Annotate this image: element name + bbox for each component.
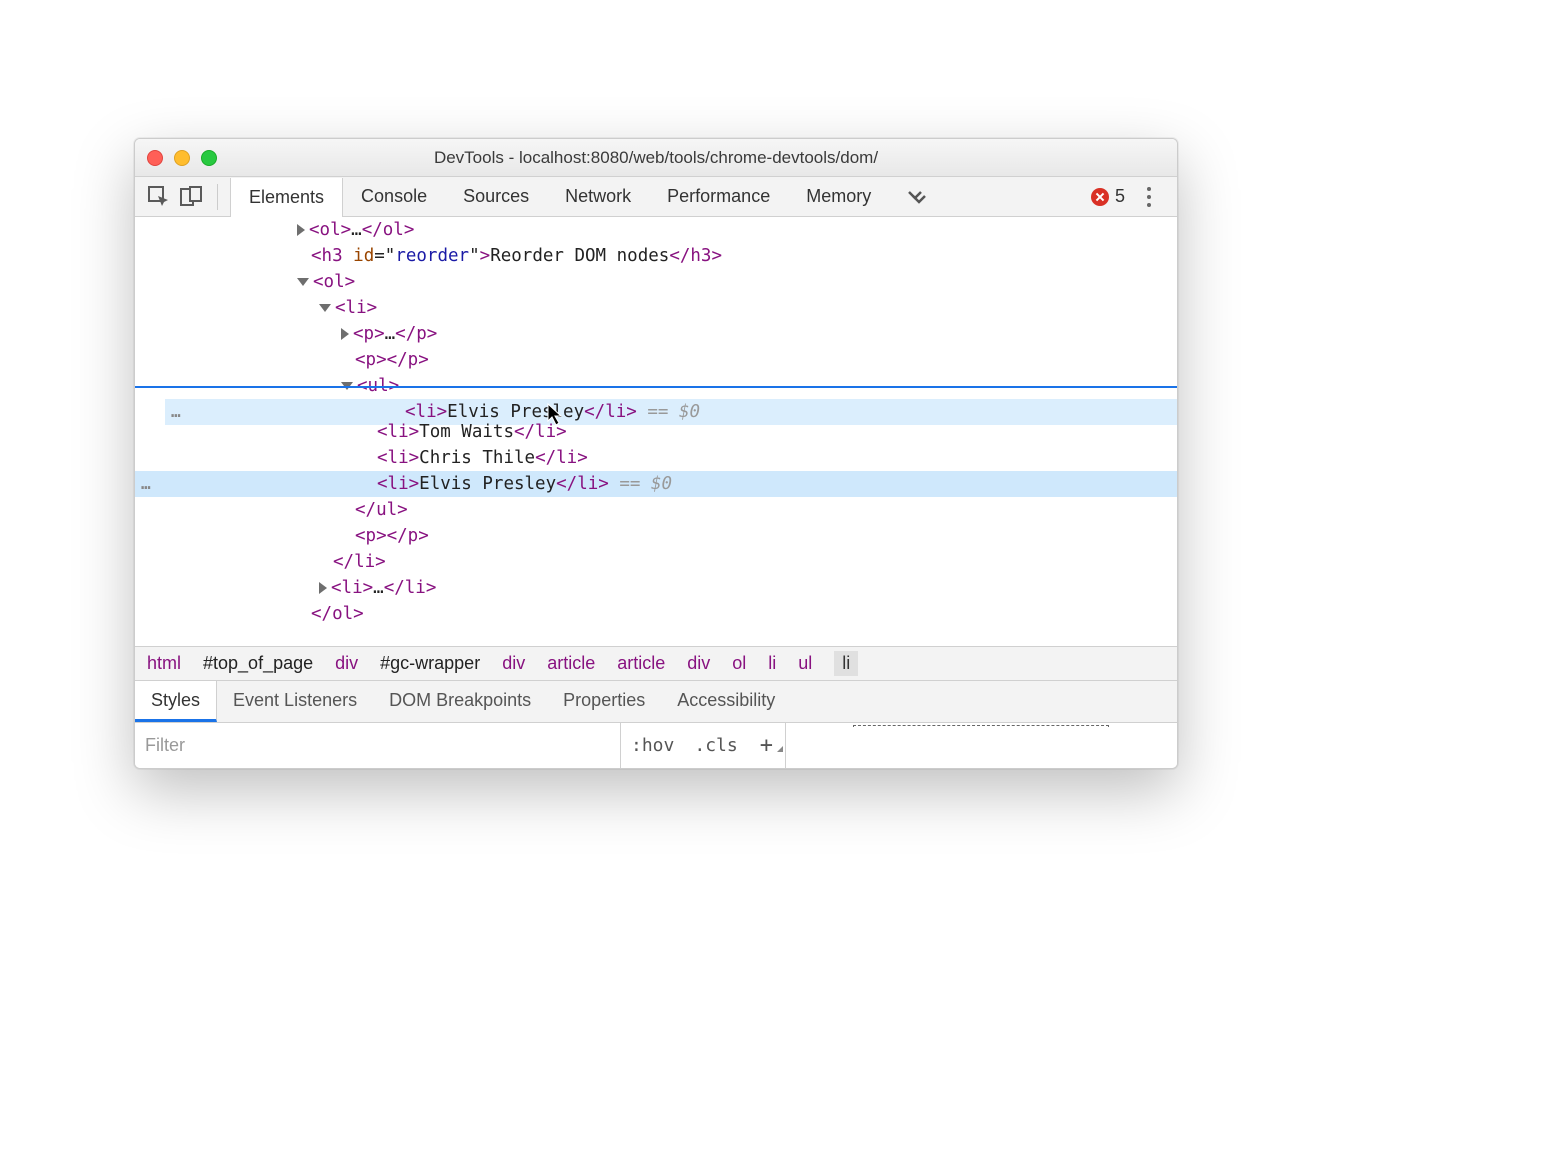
breadcrumb-item[interactable]: ol: [732, 653, 746, 674]
devtools-window: DevTools - localhost:8080/web/tools/chro…: [134, 138, 1178, 769]
breadcrumb-item[interactable]: article: [617, 653, 665, 674]
main-toolbar: Elements Console Sources Network Perform…: [135, 177, 1177, 217]
breadcrumb-item[interactable]: html: [147, 653, 181, 674]
dom-row[interactable]: <li>Chris Thile</li>: [135, 445, 1177, 471]
breadcrumb-item[interactable]: article: [547, 653, 595, 674]
tab-performance[interactable]: Performance: [649, 177, 788, 216]
hov-toggle[interactable]: :hov: [621, 735, 684, 756]
toolbar-right: 5: [1091, 186, 1167, 207]
dom-row-selected[interactable]: …<li>Elvis Presley</li> == $0: [135, 471, 1177, 497]
dom-row[interactable]: <li>…</li>: [135, 575, 1177, 601]
gutter-ellipsis-icon: …: [141, 471, 152, 497]
cls-toggle[interactable]: .cls: [684, 735, 747, 756]
tab-memory[interactable]: Memory: [788, 177, 889, 216]
error-count-label: 5: [1115, 186, 1125, 207]
tab-sources[interactable]: Sources: [445, 177, 547, 216]
styles-toolbar: :hov .cls +: [621, 723, 786, 768]
tab-elements[interactable]: Elements: [230, 178, 343, 217]
styles-pane: :hov .cls +: [135, 722, 1177, 768]
device-toolbar-icon[interactable]: [177, 183, 205, 211]
dom-row[interactable]: <ol>: [135, 269, 1177, 295]
breadcrumb-item[interactable]: li: [768, 653, 776, 674]
dom-row[interactable]: </li>: [135, 549, 1177, 575]
tab-event-listeners[interactable]: Event Listeners: [217, 681, 373, 722]
dom-row[interactable]: <li>: [135, 295, 1177, 321]
tab-overflow[interactable]: [889, 177, 945, 216]
breadcrumb-item[interactable]: div: [335, 653, 358, 674]
error-icon: [1091, 188, 1109, 206]
panel-tabs: Elements Console Sources Network Perform…: [230, 177, 1087, 216]
dom-row[interactable]: </ul>: [135, 497, 1177, 523]
close-window-button[interactable]: [147, 150, 163, 166]
window-titlebar: DevTools - localhost:8080/web/tools/chro…: [135, 139, 1177, 177]
drag-insert-indicator: [135, 386, 1177, 388]
dom-row[interactable]: </ol>: [135, 601, 1177, 627]
inspect-element-icon[interactable]: [145, 183, 173, 211]
tab-properties[interactable]: Properties: [547, 681, 661, 722]
window-controls: [147, 150, 217, 166]
styles-filter-input[interactable]: [145, 735, 610, 756]
more-options-icon[interactable]: [1139, 187, 1159, 207]
toolbar-separator: [217, 184, 218, 210]
dom-row[interactable]: <p></p>: [135, 347, 1177, 373]
dom-row[interactable]: <p></p>: [135, 523, 1177, 549]
breadcrumb-item[interactable]: div: [502, 653, 525, 674]
dom-row[interactable]: <h3 id="reorder">Reorder DOM nodes</h3>: [135, 243, 1177, 269]
new-style-rule-button[interactable]: +: [748, 733, 785, 758]
breadcrumb-item[interactable]: ul: [798, 653, 812, 674]
breadcrumb-item[interactable]: div: [687, 653, 710, 674]
styles-filter: [135, 723, 621, 768]
dom-tree[interactable]: <ol>…</ol> <h3 id="reorder">Reorder DOM …: [135, 217, 1177, 646]
sidebar-tabs: Styles Event Listeners DOM Breakpoints P…: [135, 680, 1177, 722]
tab-network[interactable]: Network: [547, 177, 649, 216]
box-model-area: [786, 723, 1177, 768]
box-model-outline: [853, 725, 1109, 727]
dom-row[interactable]: <ol>…</ol>: [135, 217, 1177, 243]
breadcrumb-bar: html #top_of_page div #gc-wrapper div ar…: [135, 646, 1177, 680]
tab-accessibility[interactable]: Accessibility: [661, 681, 791, 722]
dom-row[interactable]: <p>…</p>: [135, 321, 1177, 347]
zoom-window-button[interactable]: [201, 150, 217, 166]
dom-row[interactable]: <li>Tom Waits</li>: [135, 419, 1177, 445]
tab-styles[interactable]: Styles: [135, 681, 217, 722]
breadcrumb-item-active[interactable]: li: [834, 651, 858, 676]
window-title: DevTools - localhost:8080/web/tools/chro…: [135, 148, 1177, 168]
tab-dom-breakpoints[interactable]: DOM Breakpoints: [373, 681, 547, 722]
breadcrumb-item[interactable]: #gc-wrapper: [380, 653, 480, 674]
error-count[interactable]: 5: [1091, 186, 1125, 207]
tab-console[interactable]: Console: [343, 177, 445, 216]
breadcrumb-item[interactable]: #top_of_page: [203, 653, 313, 674]
minimize-window-button[interactable]: [174, 150, 190, 166]
